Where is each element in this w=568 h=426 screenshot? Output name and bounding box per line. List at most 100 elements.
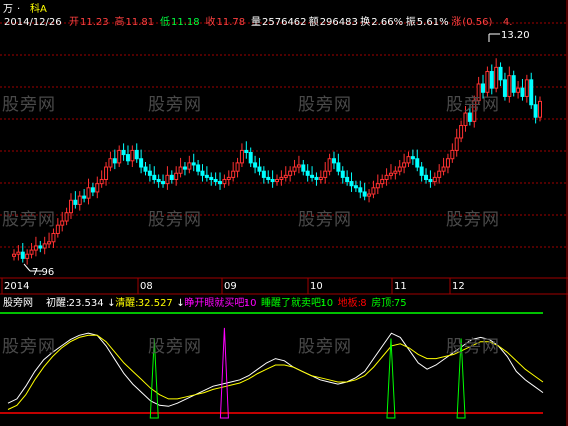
candle-body bbox=[182, 166, 187, 170]
indicator-label: 地板: bbox=[338, 296, 361, 309]
indicator-value: 10 bbox=[244, 298, 257, 309]
candle-body bbox=[441, 166, 446, 172]
candle-body bbox=[134, 149, 139, 160]
candle-body bbox=[174, 172, 179, 180]
indicator-value: 10 bbox=[320, 298, 333, 309]
candle-body bbox=[296, 164, 301, 168]
candle-body bbox=[112, 158, 117, 164]
candle-body bbox=[29, 249, 34, 255]
stock-name-prefix: 万 bbox=[3, 4, 13, 15]
candle-body bbox=[314, 176, 319, 180]
candle-body bbox=[538, 100, 542, 118]
stat-label: 换 bbox=[360, 15, 370, 28]
indicator-value: 75 bbox=[394, 298, 407, 309]
candle-body bbox=[323, 170, 328, 178]
candle-body bbox=[16, 251, 21, 255]
stock-name: 科A bbox=[30, 2, 47, 15]
watermark: 股旁网 bbox=[446, 337, 500, 357]
candle-body bbox=[349, 181, 354, 187]
candle-body bbox=[266, 176, 271, 180]
indicator-label: 初醒: bbox=[46, 296, 69, 309]
candle-body bbox=[424, 174, 429, 180]
candle-body bbox=[253, 162, 258, 168]
candle-body bbox=[406, 156, 411, 164]
candle-body bbox=[257, 166, 262, 172]
candle-body bbox=[152, 174, 157, 180]
candle-body bbox=[47, 241, 52, 245]
candle-body bbox=[402, 162, 407, 168]
watermark: 股旁网 bbox=[148, 337, 202, 357]
candle-body bbox=[524, 79, 529, 97]
indicator-label: 睁开眼就买吧: bbox=[184, 296, 247, 309]
candle-body bbox=[178, 166, 183, 174]
candle-body bbox=[77, 195, 82, 205]
candle-body bbox=[20, 251, 25, 259]
high-annotation: 13.20 bbox=[488, 30, 530, 42]
x-tick-label: 2014 bbox=[4, 281, 29, 292]
candle-body bbox=[213, 178, 218, 183]
candle-body bbox=[415, 158, 420, 168]
candle-body bbox=[283, 174, 288, 178]
stat-value: 11.81 bbox=[126, 17, 155, 28]
candle-body bbox=[231, 170, 236, 178]
stat-value: 4. bbox=[503, 17, 513, 28]
candle-body bbox=[108, 158, 113, 168]
candle-body bbox=[353, 185, 358, 189]
candle-body bbox=[226, 176, 231, 180]
watermark: 股旁网 bbox=[2, 210, 56, 230]
candle-body bbox=[305, 170, 310, 176]
candle-body bbox=[371, 187, 376, 195]
candle-body bbox=[125, 154, 130, 162]
watermark: 股旁网 bbox=[446, 210, 500, 230]
candle-body bbox=[275, 178, 279, 183]
candle-body bbox=[90, 187, 95, 193]
indicator-label: 清醒: bbox=[115, 296, 138, 309]
candle-body bbox=[51, 232, 56, 243]
low-annotation: 7.96 bbox=[23, 263, 54, 278]
candle-body bbox=[327, 158, 332, 172]
candle-body bbox=[454, 137, 459, 151]
buy-signal-spike bbox=[219, 327, 229, 419]
candle-body bbox=[191, 162, 196, 166]
candle-body bbox=[432, 176, 437, 183]
candle-body bbox=[367, 193, 372, 197]
candle-body bbox=[529, 79, 534, 106]
stat-value: 2576462 bbox=[262, 17, 307, 28]
candle-body bbox=[340, 170, 345, 178]
candle-body bbox=[68, 199, 73, 214]
x-tick-label: 10 bbox=[310, 281, 323, 292]
stat-label: 高 bbox=[115, 15, 125, 28]
stock-name-marker: · bbox=[17, 4, 20, 15]
candle-body bbox=[261, 170, 266, 178]
watermark: 股旁网 bbox=[446, 95, 500, 115]
candle-body bbox=[147, 170, 152, 176]
candle-body bbox=[38, 245, 43, 249]
candle-body bbox=[121, 149, 126, 156]
candle-body bbox=[196, 164, 201, 172]
x-tick-label: 09 bbox=[224, 281, 237, 292]
candle-body bbox=[156, 178, 161, 183]
watermark: 股旁网 bbox=[298, 337, 352, 357]
candle-body bbox=[82, 195, 87, 199]
candle-body bbox=[388, 172, 393, 176]
x-tick-label: 12 bbox=[452, 281, 465, 292]
candle-body bbox=[336, 162, 341, 172]
candle-body bbox=[331, 158, 336, 164]
candle-body bbox=[12, 253, 16, 257]
watermark: 股旁网 bbox=[298, 210, 352, 230]
candle-body bbox=[375, 183, 380, 189]
indicator-name: 股旁网 bbox=[3, 296, 33, 309]
candle-body bbox=[117, 149, 122, 164]
candle-body bbox=[511, 75, 516, 93]
candle-body bbox=[362, 191, 367, 197]
candle-body bbox=[95, 183, 100, 193]
candle-body bbox=[73, 199, 78, 205]
stat-value: 5.61% bbox=[417, 17, 449, 28]
stat-label: 涨 bbox=[451, 16, 461, 28]
stat-value: 11.18 bbox=[171, 17, 200, 28]
candle-body bbox=[507, 75, 512, 97]
candle-body bbox=[445, 158, 450, 168]
candle-body bbox=[358, 187, 363, 193]
high-price-label: 13.20 bbox=[501, 30, 530, 41]
indicator-value: 23.534 bbox=[69, 298, 104, 309]
